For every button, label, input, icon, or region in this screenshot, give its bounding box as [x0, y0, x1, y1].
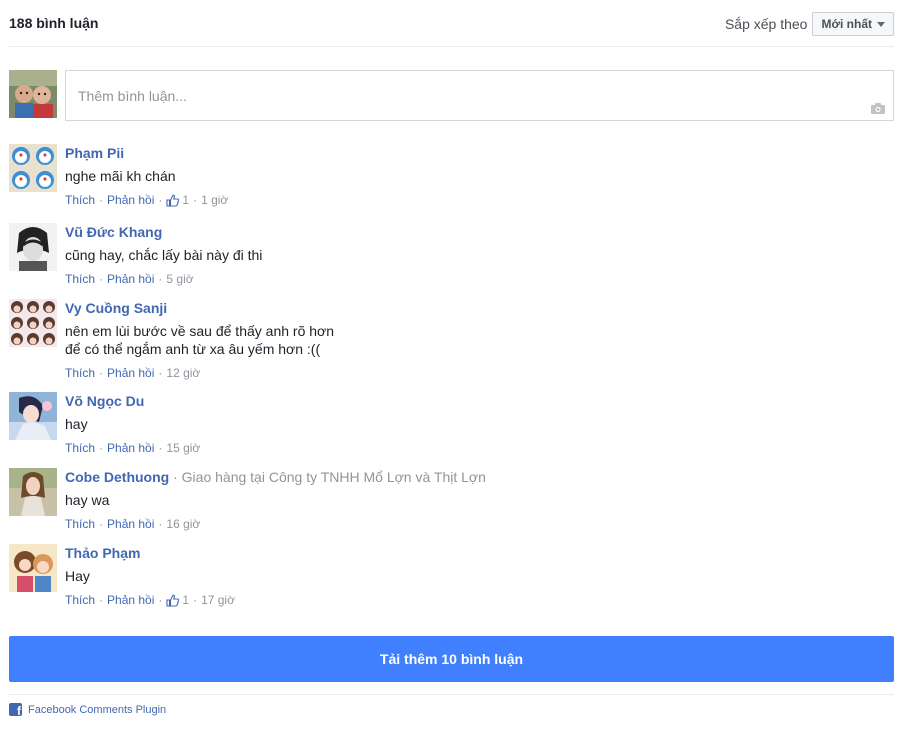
like-count: 1 [182, 593, 190, 607]
comment-actions: Thích · Phản hồi · 12 giờ [65, 366, 201, 380]
footer-label[interactable]: Facebook Comments Plugin [28, 704, 166, 716]
comment-text-line: nên em lùi bước về sau để thấy anh rõ hơ… [65, 323, 335, 339]
facebook-icon: f [9, 703, 22, 717]
reply-link[interactable]: Phản hồi [107, 441, 154, 455]
divider [9, 694, 894, 695]
comment-text: nên em lùi bước về sau để thấy anh rõ hơ… [65, 322, 894, 358]
commenter-avatar[interactable] [9, 544, 57, 592]
comment-actions: Thích · Phản hồi · 16 giờ [65, 517, 201, 531]
comment-count: 188 bình luận [9, 15, 99, 31]
commenter-avatar[interactable] [9, 144, 57, 192]
like-link[interactable]: Thích [65, 272, 95, 286]
comment-text: nghe mãi kh chán [65, 168, 176, 184]
comment-actions: Thích · Phản hồi · 1 · 1 giờ [65, 193, 229, 207]
commenter-avatar[interactable] [9, 468, 57, 516]
comment-text: hay [65, 416, 88, 432]
sort-control: Sắp xếp theo Mới nhất [725, 12, 894, 36]
user-avatar [9, 70, 57, 118]
comment-time[interactable]: 16 giờ [166, 517, 200, 531]
comments-header: 188 bình luận Sắp xếp theo Mới nhất [9, 0, 894, 47]
separator: · [173, 469, 182, 485]
comment-actions: Thích · Phản hồi · 15 giờ [65, 441, 201, 455]
commenter-name[interactable]: Vy Cuồng Sanji [65, 300, 167, 316]
comment-actions: Thích · Phản hồi · 5 giờ [65, 272, 194, 286]
sort-label: Sắp xếp theo [724, 16, 808, 32]
commenter-work: Giao hàng tại Công ty TNHH Mổ Lợn và Thị… [181, 469, 486, 485]
comment-input-placeholder: Thêm bình luận... [78, 88, 187, 104]
sort-value: Mới nhất [821, 17, 872, 31]
commenter-avatar[interactable] [9, 299, 57, 347]
commenter-avatar[interactable] [9, 223, 57, 271]
thumbs-up-icon [166, 194, 180, 207]
commenter-name[interactable]: Võ Ngọc Du [65, 393, 144, 409]
like-link[interactable]: Thích [65, 441, 95, 455]
comment-time[interactable]: 5 giờ [166, 272, 193, 286]
like-link[interactable]: Thích [65, 366, 95, 380]
like-link[interactable]: Thích [65, 593, 95, 607]
comment-time[interactable]: 15 giờ [166, 441, 200, 455]
comment-text: hay wa [65, 492, 110, 508]
comment-text: Hay [65, 568, 90, 584]
comment-composer: Thêm bình luận... [9, 70, 894, 121]
commenter-name[interactable]: Cobe Dethuong [65, 469, 169, 485]
commenter-name[interactable]: Phạm Pii [65, 145, 124, 161]
comment-time[interactable]: 12 giờ [166, 366, 200, 380]
reply-link[interactable]: Phản hồi [107, 272, 154, 286]
commenter-avatar[interactable] [9, 392, 57, 440]
commenter-name[interactable]: Vũ Đức Khang [65, 224, 162, 240]
reply-link[interactable]: Phản hồi [107, 593, 154, 607]
load-more-button[interactable]: Tải thêm 10 bình luận [9, 636, 894, 682]
caret-down-icon [877, 21, 885, 27]
commenter-name[interactable]: Thảo Phạm [65, 545, 140, 561]
like-link[interactable]: Thích [65, 193, 95, 207]
camera-icon[interactable] [871, 103, 885, 114]
comment-actions: Thích · Phản hồi · 1 · 17 giờ [65, 593, 235, 607]
plugin-footer[interactable]: f Facebook Comments Plugin [9, 703, 166, 717]
comment-text-line: để có thể ngắm anh từ xa âu yếm hơn :(( [65, 341, 321, 357]
reply-link[interactable]: Phản hồi [107, 193, 154, 207]
thumbs-up-icon [166, 594, 180, 607]
like-count: 1 [182, 193, 190, 207]
sort-dropdown[interactable]: Mới nhất [812, 12, 894, 36]
comment-text: cũng hay, chắc lấy bài này đi thi [65, 247, 263, 263]
comment-time[interactable]: 17 giờ [201, 593, 235, 607]
reply-link[interactable]: Phản hồi [107, 517, 154, 531]
like-link[interactable]: Thích [65, 517, 95, 531]
comment-time[interactable]: 1 giờ [201, 193, 228, 207]
reply-link[interactable]: Phản hồi [107, 366, 154, 380]
comment-input[interactable]: Thêm bình luận... [65, 70, 894, 121]
